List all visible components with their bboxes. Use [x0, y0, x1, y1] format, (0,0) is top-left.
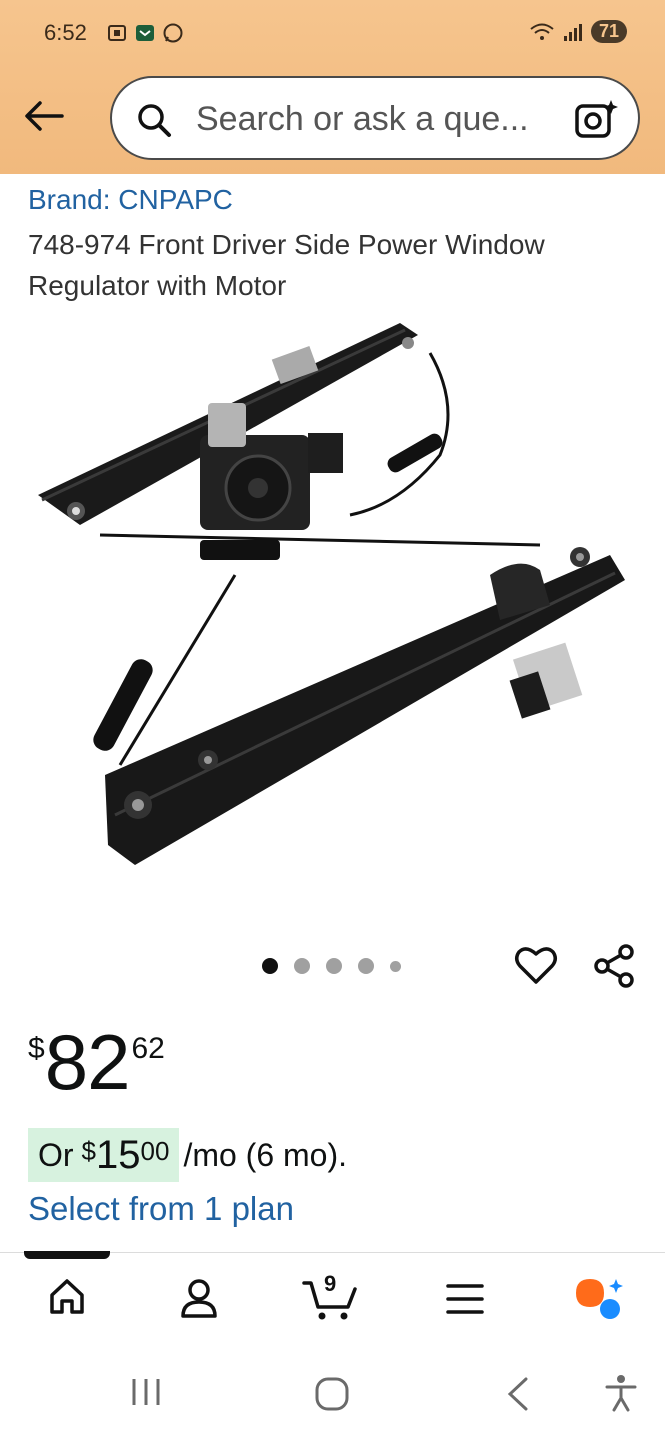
price-currency: $ [28, 1032, 45, 1065]
back-icon[interactable] [504, 1376, 532, 1412]
camera-search-icon[interactable] [574, 98, 618, 140]
ai-assistant-icon[interactable] [572, 1277, 624, 1321]
home-button-icon[interactable] [314, 1376, 350, 1412]
status-time: 6:52 [44, 20, 87, 45]
installment-currency: $ [81, 1136, 97, 1166]
cart-count: 9 [324, 1271, 337, 1296]
status-icons [106, 22, 184, 44]
recents-icon[interactable] [130, 1376, 162, 1408]
heart-icon[interactable] [514, 944, 558, 986]
cart-button[interactable]: 9 [302, 1271, 360, 1321]
bottom-nav: 9 [0, 1251, 665, 1348]
price-whole: 82 [44, 1018, 131, 1106]
accessibility-icon[interactable] [604, 1374, 638, 1412]
menu-icon[interactable] [446, 1283, 484, 1315]
brand-link[interactable]: Brand: CNPAPC [28, 184, 233, 216]
product-title: 748-974 Front Driver Side Power Window R… [28, 229, 545, 301]
signal-icon [563, 23, 582, 41]
account-icon[interactable] [180, 1277, 218, 1319]
installment-whole: 15 [96, 1132, 141, 1177]
battery-level: 71 [590, 20, 627, 43]
screenshot-icon [108, 25, 126, 41]
carousel-dot-3[interactable] [326, 958, 342, 974]
share-icon[interactable] [594, 944, 636, 988]
status-right: 71 [529, 20, 627, 43]
carousel-dot-2[interactable] [294, 958, 310, 974]
app-header: 6:52 71 Search or ask a que... [0, 0, 665, 174]
nav-active-indicator [24, 1251, 110, 1259]
carousel-dot-4[interactable] [358, 958, 374, 974]
product-image[interactable] [20, 305, 645, 895]
installment-fraction: 00 [140, 1136, 170, 1166]
search-icon [138, 104, 171, 137]
installment-suffix: /mo (6 mo). [183, 1136, 348, 1173]
carousel-dot-1[interactable] [262, 958, 278, 974]
installment-offer: Or $ 15 00 /mo (6 mo). [28, 1128, 347, 1182]
installment-highlight: Or $ 15 00 [28, 1128, 180, 1182]
wifi-icon [530, 23, 554, 40]
back-arrow-icon[interactable] [22, 96, 66, 136]
price-fraction: 62 [131, 1032, 165, 1065]
installment-prefix: Or [38, 1136, 74, 1173]
select-plan-link[interactable]: Select from 1 plan [28, 1190, 294, 1228]
whatsapp-icon [163, 23, 183, 43]
carousel-dot-5[interactable] [390, 960, 401, 972]
home-icon[interactable] [48, 1277, 86, 1317]
search-input[interactable]: Search or ask a que... [196, 100, 529, 139]
search-bar[interactable]: Search or ask a que... [110, 76, 640, 160]
status-bar: 6:52 71 [0, 0, 665, 66]
image-carousel-dots[interactable] [262, 958, 401, 974]
system-nav-bar [0, 1348, 665, 1440]
price: $ 82 62 [28, 1020, 165, 1104]
app-icon [136, 25, 154, 41]
